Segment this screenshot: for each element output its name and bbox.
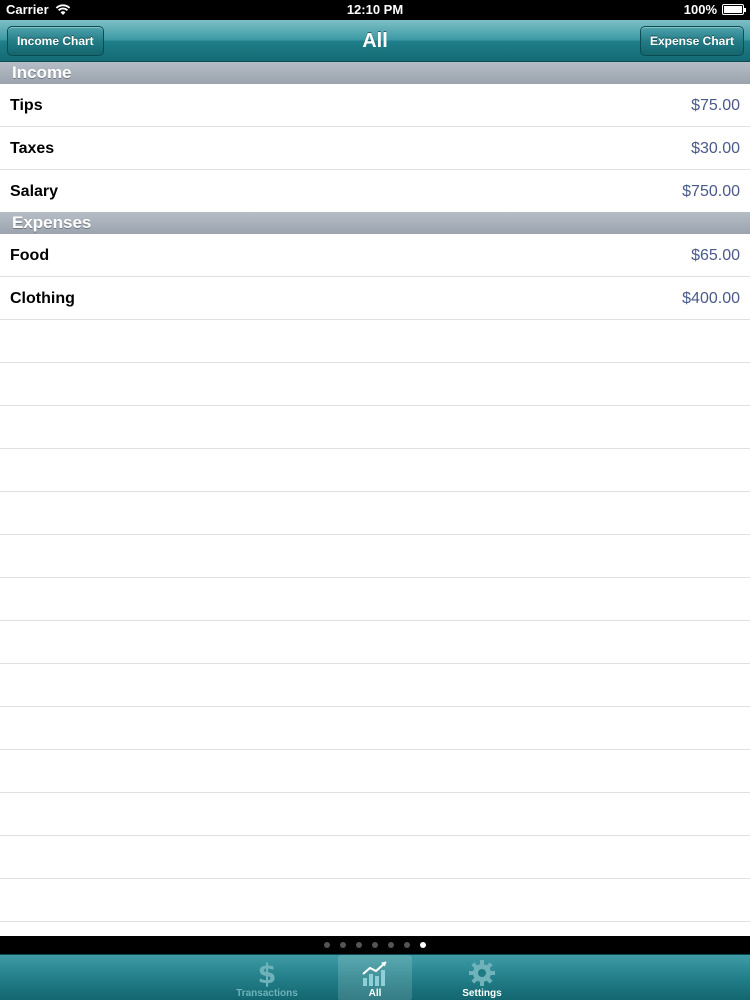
tab-bar: $ Transactions All Settings — [0, 954, 750, 1001]
table-row[interactable]: Tips $75.00 — [0, 84, 750, 127]
tab-label: All — [368, 988, 382, 999]
page-dot[interactable] — [356, 942, 362, 948]
battery-status: 100% — [683, 2, 746, 17]
table-row[interactable]: Clothing $400.00 — [0, 277, 750, 320]
row-label: Food — [10, 247, 50, 264]
table-row[interactable]: Taxes $30.00 — [0, 127, 750, 170]
table-separator — [0, 792, 750, 793]
table-separator — [0, 319, 750, 320]
row-amount: $400.00 — [682, 290, 740, 307]
page-control[interactable] — [0, 936, 750, 954]
tab-label: Settings — [462, 988, 502, 999]
table-separator — [0, 362, 750, 363]
tab-all[interactable]: All — [338, 955, 412, 1001]
page-title: All — [362, 30, 388, 52]
status-time: 12:10 PM — [346, 2, 404, 17]
table-separator — [0, 534, 750, 535]
page-dot[interactable] — [324, 942, 330, 948]
table-separator — [0, 835, 750, 836]
tab-transactions[interactable]: $ Transactions — [230, 955, 304, 1001]
row-amount: $65.00 — [691, 247, 740, 264]
page-dot[interactable] — [388, 942, 394, 948]
expense-chart-button[interactable]: Expense Chart — [639, 26, 744, 56]
table-separator — [0, 448, 750, 449]
table-separator — [0, 749, 750, 750]
section-header-income: Income — [0, 62, 750, 84]
table-row[interactable]: Salary $750.00 — [0, 170, 750, 213]
gear-icon — [469, 960, 495, 986]
table-row[interactable]: Food $65.00 — [0, 234, 750, 277]
page-dot[interactable] — [404, 942, 410, 948]
row-label: Taxes — [10, 140, 55, 157]
page-dot[interactable] — [420, 942, 426, 948]
table-separator — [0, 491, 750, 492]
table-separator — [0, 878, 750, 879]
section-header-expenses: Expenses — [0, 212, 750, 234]
status-bar: Carrier 12:10 PM 100% — [0, 0, 750, 20]
svg-text:$: $ — [258, 959, 277, 988]
page-dot[interactable] — [340, 942, 346, 948]
battery-icon — [722, 4, 746, 15]
table-separator — [0, 706, 750, 707]
table-separator — [0, 921, 750, 922]
page-dot[interactable] — [372, 942, 378, 948]
tab-settings[interactable]: Settings — [445, 955, 519, 1001]
table-separator — [0, 663, 750, 664]
battery-fill — [724, 6, 742, 13]
navigation-bar: All Income Chart Expense Chart — [0, 20, 750, 62]
row-amount: $750.00 — [682, 183, 740, 200]
dollar-icon: $ — [258, 959, 277, 988]
row-amount: $30.00 — [691, 140, 740, 157]
chart-icon — [362, 961, 387, 986]
row-label: Salary — [10, 183, 59, 200]
row-amount: $75.00 — [691, 97, 740, 114]
table-separator — [0, 620, 750, 621]
table-separator — [0, 577, 750, 578]
table-separator — [0, 405, 750, 406]
tab-label: Transactions — [236, 988, 298, 999]
row-label: Clothing — [10, 290, 75, 307]
battery-percentage: 100% — [683, 2, 717, 17]
income-chart-button[interactable]: Income Chart — [7, 26, 104, 56]
row-label: Tips — [10, 97, 43, 114]
